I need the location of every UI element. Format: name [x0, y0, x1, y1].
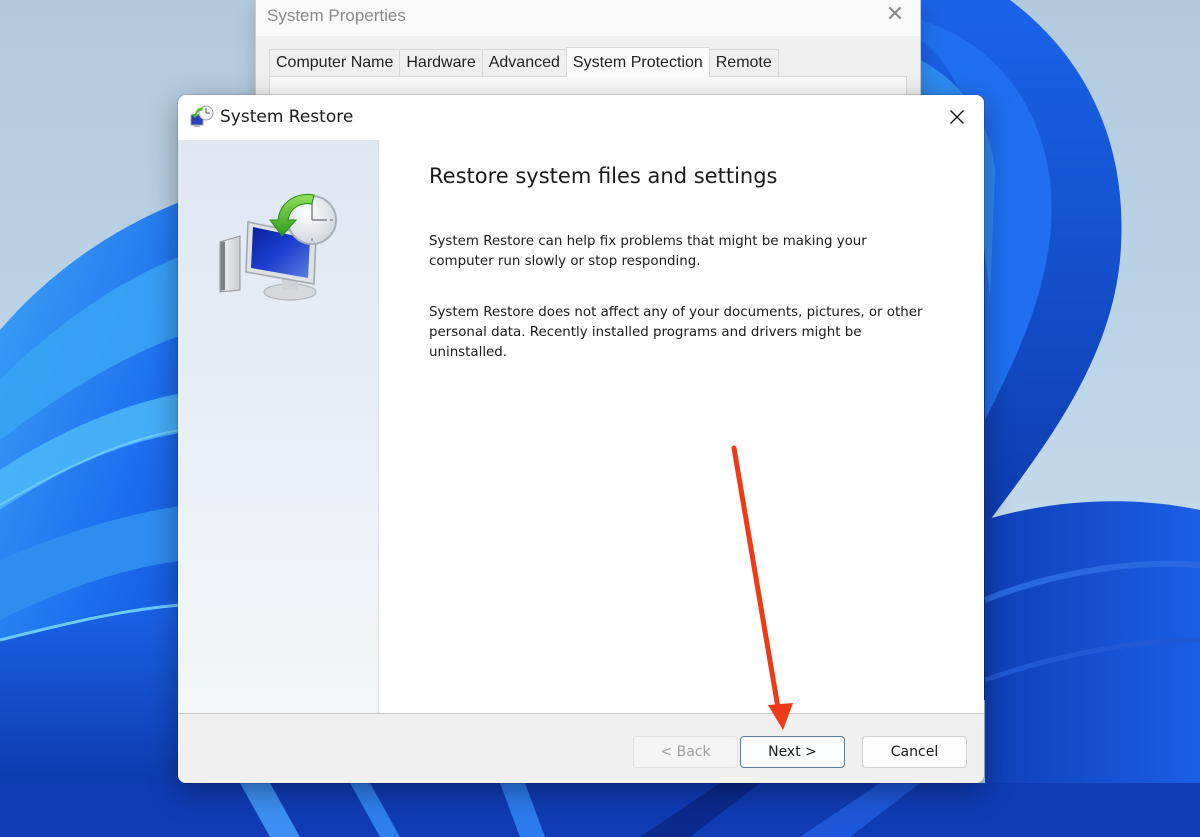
description-paragraph: System Restore does not affect any of yo…: [429, 305, 923, 360]
system-restore-icon: [189, 105, 215, 131]
system-properties-titlebar[interactable]: System Properties ✕: [256, 0, 920, 36]
dialog-footer: < Back Next > Cancel: [178, 713, 984, 783]
back-button[interactable]: < Back: [633, 736, 738, 768]
tab-advanced[interactable]: Advanced: [481, 49, 567, 76]
page-heading: Restore system files and settings: [429, 164, 778, 188]
tab-computer-name[interactable]: Computer Name: [269, 49, 401, 76]
wizard-sidebar: [178, 140, 379, 713]
tab-system-protection[interactable]: System Protection: [565, 47, 710, 77]
system-restore-titlebar[interactable]: System Restore: [178, 95, 984, 140]
cancel-button[interactable]: Cancel: [862, 736, 967, 768]
tab-hardware[interactable]: Hardware: [399, 49, 483, 76]
system-properties-window: System Properties ✕ Computer Name Hardwa…: [255, 0, 921, 116]
system-restore-dialog: System Restore Restore system files and …: [178, 95, 984, 783]
computer-clock-restore-icon: [216, 180, 340, 304]
tab-remote[interactable]: Remote: [708, 49, 779, 76]
system-properties-tabs: Computer Name Hardware Advanced System P…: [269, 47, 779, 77]
close-icon[interactable]: [942, 104, 972, 130]
system-properties-title: System Properties: [267, 6, 406, 25]
dialog-title: System Restore: [220, 107, 354, 127]
description-paragraph: System Restore can help fix problems tha…: [429, 234, 867, 269]
close-icon[interactable]: ✕: [884, 4, 906, 27]
next-button[interactable]: Next >: [740, 736, 845, 768]
